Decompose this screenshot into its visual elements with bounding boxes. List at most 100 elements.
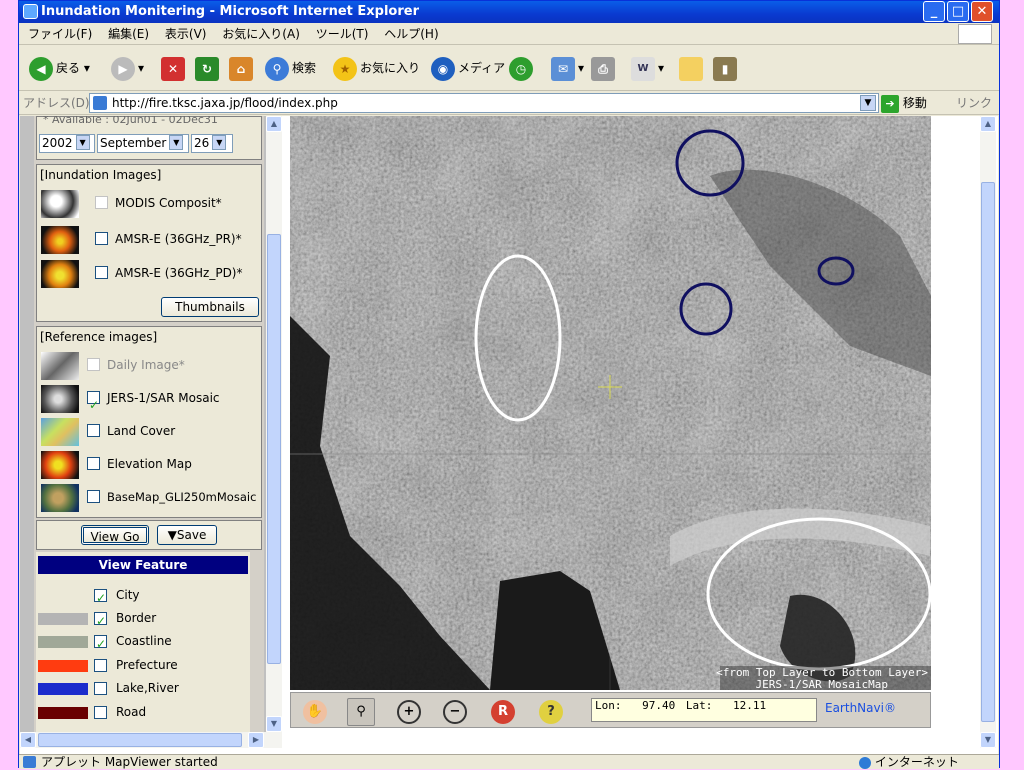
- save-button[interactable]: ▼Save: [157, 525, 217, 545]
- year-select[interactable]: 2002 ▼: [39, 134, 95, 153]
- left-frame-horizontal-scrollbar[interactable]: ◀ ▶: [20, 732, 282, 748]
- amsr-pd-checkbox[interactable]: [95, 266, 108, 279]
- favorites-button[interactable]: ★ お気に入り: [333, 55, 420, 81]
- page-vertical-scrollbar[interactable]: ▲ ▼: [980, 116, 996, 748]
- media-button[interactable]: ◉ メディア: [431, 55, 505, 81]
- scroll-left-icon[interactable]: ◀: [20, 732, 36, 748]
- maximize-button[interactable]: □: [947, 1, 969, 22]
- elevation-checkbox[interactable]: [87, 457, 100, 470]
- map-frame: <from Top Layer to Bottom Layer> JERS-1/…: [290, 116, 982, 748]
- menu-edit[interactable]: 編集(E): [108, 27, 149, 41]
- close-button[interactable]: ✕: [971, 1, 993, 22]
- menu-help[interactable]: ヘルプ(H): [384, 27, 438, 41]
- folder-icon: [679, 56, 703, 81]
- feature-prefecture[interactable]: Prefecture: [36, 654, 250, 677]
- day-select[interactable]: 26 ▼: [191, 134, 233, 153]
- stop-button[interactable]: ✕: [161, 55, 188, 81]
- go-button[interactable]: ➔ 移動: [881, 91, 927, 115]
- menu-tools[interactable]: ツール(T): [316, 27, 369, 41]
- history-button[interactable]: ◷: [509, 55, 536, 81]
- help-icon[interactable]: ?: [539, 700, 563, 724]
- inundation-item-amsr-pr[interactable]: AMSR-E (36GHz_PR)*: [41, 223, 251, 255]
- border-swatch: [38, 613, 88, 625]
- reference-item-basemap[interactable]: BaseMap_GLI250mMosaic: [41, 481, 265, 513]
- hscroll-thumb[interactable]: [38, 733, 242, 747]
- reset-icon[interactable]: R: [491, 700, 515, 724]
- thumbnails-button[interactable]: Thumbnails: [161, 297, 259, 317]
- city-swatch: [38, 590, 88, 602]
- landcover-checkbox[interactable]: [87, 424, 100, 437]
- coastline-label: Coastline: [116, 634, 172, 648]
- feature-lake-river[interactable]: Lake,River: [36, 677, 250, 700]
- scroll-down-icon[interactable]: ▼: [980, 732, 996, 748]
- feature-coastline[interactable]: Coastline: [36, 630, 250, 656]
- scroll-right-icon[interactable]: ▶: [248, 732, 264, 748]
- home-button[interactable]: ⌂: [229, 55, 256, 81]
- select-zoom-icon[interactable]: ⚲: [347, 698, 375, 726]
- back-button[interactable]: ◀ 戻る ▾: [29, 55, 90, 81]
- scroll-up-icon[interactable]: ▲: [266, 116, 282, 132]
- messenger-button[interactable]: ▮: [713, 55, 740, 81]
- zoom-in-icon[interactable]: +: [397, 700, 421, 724]
- scroll-up-icon[interactable]: ▲: [980, 116, 996, 132]
- zoom-out-icon[interactable]: −: [443, 700, 467, 724]
- basemap-checkbox[interactable]: [87, 490, 100, 503]
- feature-city[interactable]: City: [36, 584, 250, 610]
- scroll-thumb[interactable]: [267, 234, 281, 664]
- reference-item-daily[interactable]: Daily Image*: [41, 349, 261, 381]
- edit-doc-icon: W: [631, 56, 655, 81]
- discuss-button[interactable]: [679, 55, 706, 81]
- modis-checkbox[interactable]: [95, 196, 108, 209]
- border-label: Border: [116, 611, 157, 625]
- chevron-down-icon: ▼: [75, 135, 90, 150]
- lake-river-swatch: [38, 683, 88, 695]
- day-value: 26: [194, 136, 210, 150]
- lake-river-checkbox[interactable]: [94, 682, 107, 695]
- daily-checkbox[interactable]: [87, 358, 100, 371]
- view-go-button[interactable]: View Go: [81, 525, 149, 545]
- history-icon: ◷: [509, 56, 533, 81]
- address-dropdown-icon[interactable]: ▼: [860, 95, 876, 111]
- address-input[interactable]: http://fire.tksc.jaxa.jp/flood/index.php…: [89, 93, 879, 113]
- menu-file[interactable]: ファイル(F): [28, 27, 92, 41]
- media-label: メディア: [458, 61, 506, 75]
- menu-bar: ファイル(F) 編集(E) 表示(V) お気に入り(A) ツール(T) ヘルプ(…: [19, 23, 999, 45]
- reference-item-jers[interactable]: JERS-1/SAR Mosaic: [41, 382, 261, 421]
- stop-icon: ✕: [161, 56, 185, 81]
- border-checkbox[interactable]: [94, 610, 107, 633]
- amsr-pr-checkbox[interactable]: [95, 232, 108, 245]
- sar-map-image[interactable]: <from Top Layer to Bottom Layer> JERS-1/…: [290, 116, 931, 690]
- page-scroll-thumb[interactable]: [981, 182, 995, 722]
- feature-road[interactable]: Road: [36, 701, 250, 724]
- minimize-button[interactable]: _: [923, 1, 945, 22]
- reference-item-landcover[interactable]: Land Cover: [41, 415, 261, 447]
- prefecture-checkbox[interactable]: [94, 659, 107, 672]
- month-select[interactable]: September ▼: [97, 134, 189, 153]
- menu-view[interactable]: 表示(V): [165, 27, 207, 41]
- refresh-button[interactable]: ↻: [195, 55, 222, 81]
- reference-item-elevation[interactable]: Elevation Map: [41, 448, 261, 480]
- forward-button[interactable]: ▶ ▾: [111, 55, 144, 81]
- search-button[interactable]: ⚲ 検索: [265, 55, 316, 81]
- go-arrow-icon: ➔: [881, 94, 899, 113]
- road-checkbox[interactable]: [94, 706, 107, 719]
- date-panel: * Available : 02Jun01 - 02Dec31 2002 ▼ Se…: [36, 116, 262, 160]
- scroll-down-icon[interactable]: ▼: [266, 716, 282, 732]
- city-checkbox[interactable]: [94, 587, 107, 610]
- edit-button[interactable]: W ▾: [631, 55, 664, 81]
- elevation-label: Elevation Map: [107, 457, 192, 471]
- earthnavi-link[interactable]: EarthNavi®: [825, 701, 896, 715]
- inundation-item-modis[interactable]: MODIS Composit*: [41, 187, 251, 219]
- print-button[interactable]: ⎙: [591, 55, 618, 81]
- left-frame-vertical-scrollbar[interactable]: ▲ ▼: [266, 116, 282, 732]
- coastline-checkbox[interactable]: [94, 633, 107, 656]
- jers-checkbox[interactable]: [87, 389, 100, 421]
- mail-button[interactable]: ✉ ▾: [551, 55, 584, 81]
- pan-hand-icon[interactable]: ✋: [303, 700, 327, 724]
- jers-label: JERS-1/SAR Mosaic: [107, 391, 220, 405]
- road-swatch: [38, 707, 88, 719]
- menu-favorites[interactable]: お気に入り(A): [222, 27, 300, 41]
- sar-map[interactable]: <from Top Layer to Bottom Layer> JERS-1/…: [290, 116, 931, 690]
- inundation-item-amsr-pd[interactable]: AMSR-E (36GHz_PD)*: [41, 257, 251, 289]
- feature-border[interactable]: Border: [36, 607, 250, 633]
